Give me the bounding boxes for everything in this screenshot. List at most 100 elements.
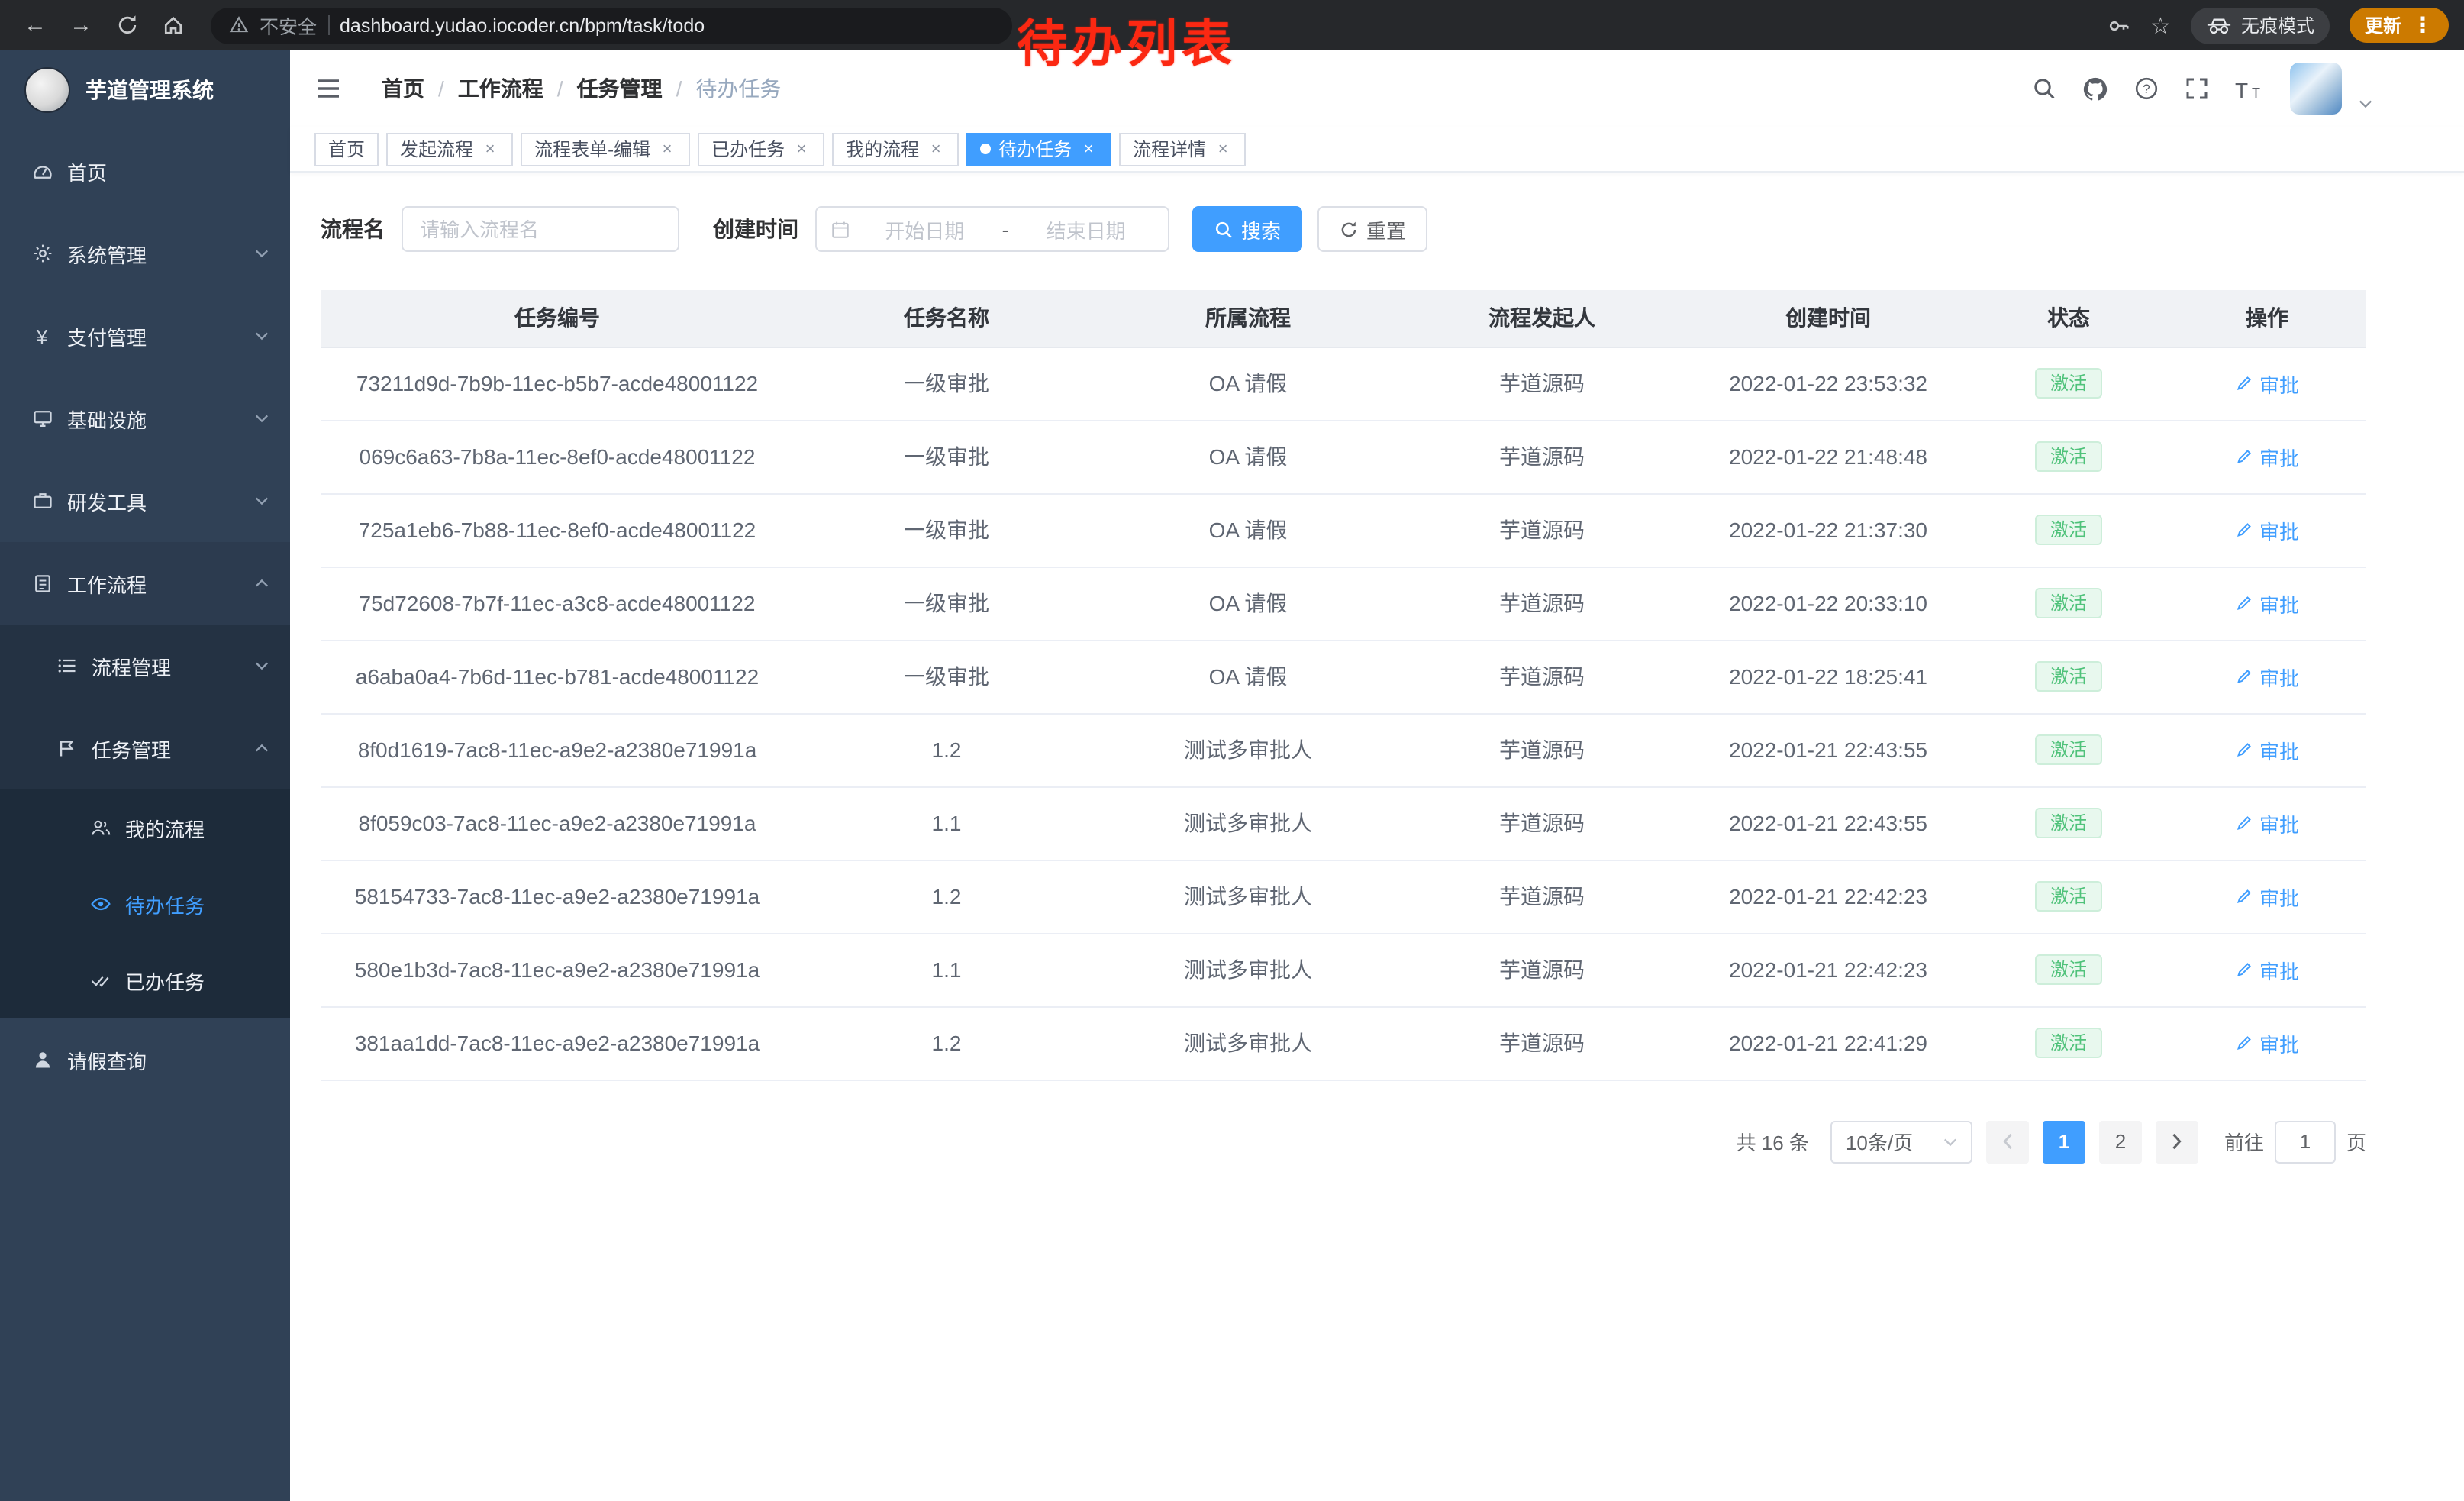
- column-header-task-id: 任务编号: [321, 290, 794, 347]
- approve-link[interactable]: 审批: [2235, 955, 2299, 984]
- breadcrumb-separator: /: [557, 76, 563, 101]
- tab-label: 已办任务: [711, 136, 785, 162]
- column-header-initiator: 流程发起人: [1397, 290, 1687, 347]
- tab-start-process[interactable]: 发起流程 ×: [386, 132, 513, 166]
- cell-initiator: 芋道源码: [1397, 786, 1687, 860]
- cell-task-id: a6aba0a4-7b6d-11ec-b781-acde48001122: [321, 640, 794, 713]
- sidebar-item-home[interactable]: 首页: [0, 130, 290, 212]
- cell-task-id: 8f0d1619-7ac8-11ec-a9e2-a2380e71991a: [321, 713, 794, 786]
- sidebar-item-label: 系统管理: [67, 239, 147, 268]
- cell-initiator: 芋道源码: [1397, 493, 1687, 567]
- sidebar-item-workflow[interactable]: 工作流程: [0, 542, 290, 625]
- chevron-down-icon[interactable]: [2359, 99, 2372, 115]
- process-name-input[interactable]: [402, 206, 679, 252]
- close-icon[interactable]: ×: [481, 140, 499, 158]
- back-icon[interactable]: ←: [15, 5, 55, 45]
- close-icon[interactable]: ×: [792, 140, 811, 158]
- page-button-1[interactable]: 1: [2043, 1120, 2085, 1163]
- app-logo[interactable]: 芋道管理系统: [0, 50, 290, 130]
- approve-link[interactable]: 审批: [2235, 735, 2299, 764]
- cell-task-name: 一级审批: [794, 640, 1099, 713]
- close-icon[interactable]: ×: [927, 140, 945, 158]
- column-header-actions: 操作: [2168, 290, 2366, 347]
- breadcrumb-item[interactable]: 工作流程: [458, 73, 543, 104]
- status-badge: 激活: [2035, 1028, 2102, 1058]
- address-divider: [327, 15, 329, 35]
- column-header-create-time: 创建时间: [1687, 290, 1969, 347]
- navbar-actions: ? TT: [2032, 63, 2372, 115]
- incognito-icon: [2206, 16, 2232, 34]
- sidebar-item-process-management[interactable]: 流程管理: [0, 625, 290, 707]
- reset-button[interactable]: 重置: [1317, 206, 1427, 252]
- forward-icon[interactable]: →: [61, 5, 101, 45]
- close-icon[interactable]: ×: [1214, 140, 1232, 158]
- tab-process-detail[interactable]: 流程详情 ×: [1119, 132, 1246, 166]
- tab-done-tasks[interactable]: 已办任务 ×: [698, 132, 824, 166]
- close-icon[interactable]: ×: [1079, 140, 1098, 158]
- search-button[interactable]: 搜索: [1192, 206, 1302, 252]
- table-row: 069c6a63-7b8a-11ec-8ef0-acde48001122 一级审…: [321, 420, 2366, 493]
- tab-my-process[interactable]: 我的流程 ×: [832, 132, 959, 166]
- total-count: 共 16 条: [1737, 1127, 1809, 1156]
- approve-link[interactable]: 审批: [2235, 442, 2299, 471]
- breadcrumb-item[interactable]: 任务管理: [577, 73, 663, 104]
- goto-page-input[interactable]: [2275, 1120, 2336, 1163]
- help-icon[interactable]: ?: [2134, 76, 2159, 101]
- sidebar-item-todo-tasks[interactable]: 待办任务: [0, 866, 290, 942]
- browser-menu-dots-icon[interactable]: ⋮: [2412, 12, 2433, 38]
- sidebar-item-dev-tools[interactable]: 研发工具: [0, 460, 290, 542]
- filter-form: 流程名 创建时间 开始日期 - 结束日期 搜索: [321, 206, 2366, 252]
- sidebar-item-system-management[interactable]: 系统管理: [0, 212, 290, 295]
- font-size-icon[interactable]: TT: [2235, 77, 2264, 100]
- page-size-select[interactable]: 10条/页: [1830, 1120, 1972, 1163]
- column-header-process: 所属流程: [1099, 290, 1397, 347]
- dashboard-icon: [31, 160, 53, 182]
- sidebar-item-task-management[interactable]: 任务管理: [0, 707, 290, 789]
- approve-link[interactable]: 审批: [2235, 1028, 2299, 1057]
- update-button[interactable]: 更新 ⋮: [2350, 8, 2449, 43]
- table-row: 8f059c03-7ac8-11ec-a9e2-a2380e71991a 1.1…: [321, 786, 2366, 860]
- address-bar[interactable]: 不安全 dashboard.yudao.iocoder.cn/bpm/task/…: [211, 7, 1012, 44]
- cell-task-id: 8f059c03-7ac8-11ec-a9e2-a2380e71991a: [321, 786, 794, 860]
- chevron-down-icon: [1943, 1137, 1957, 1146]
- main-area: 首页 / 工作流程 / 任务管理 / 待办任务 ?: [290, 50, 2464, 1501]
- page-button-2[interactable]: 2: [2099, 1120, 2142, 1163]
- cell-process: 测试多审批人: [1099, 860, 1397, 933]
- tab-process-form-edit[interactable]: 流程表单-编辑 ×: [521, 132, 690, 166]
- approve-link[interactable]: 审批: [2235, 515, 2299, 544]
- refresh-icon[interactable]: [107, 5, 147, 45]
- close-icon[interactable]: ×: [658, 140, 676, 158]
- sidebar-item-infrastructure[interactable]: 基础设施: [0, 377, 290, 460]
- tab-todo-tasks[interactable]: 待办任务 ×: [966, 132, 1111, 166]
- approve-link[interactable]: 审批: [2235, 882, 2299, 911]
- sidebar-item-payment-management[interactable]: ¥ 支付管理: [0, 295, 290, 377]
- date-range-picker[interactable]: 开始日期 - 结束日期: [815, 206, 1169, 252]
- approve-link[interactable]: 审批: [2235, 369, 2299, 398]
- sidebar-item-label: 基础设施: [67, 404, 147, 433]
- prev-page-button[interactable]: [1986, 1120, 2029, 1163]
- approve-link[interactable]: 审批: [2235, 809, 2299, 838]
- chevron-up-icon: [255, 744, 269, 753]
- cell-create-time: 2022-01-22 23:53:32: [1687, 347, 1969, 420]
- user-avatar[interactable]: [2290, 63, 2342, 115]
- home-icon[interactable]: [153, 5, 192, 45]
- goto-label: 前往: [2224, 1127, 2264, 1156]
- tab-home[interactable]: 首页: [314, 132, 379, 166]
- sidebar-item-done-tasks[interactable]: 已办任务: [0, 942, 290, 1018]
- search-icon[interactable]: [2032, 76, 2056, 101]
- breadcrumb-item[interactable]: 首页: [382, 73, 424, 104]
- approve-link[interactable]: 审批: [2235, 589, 2299, 618]
- cell-task-id: 75d72608-7b7f-11ec-a3c8-acde48001122: [321, 567, 794, 640]
- cell-process: OA 请假: [1099, 567, 1397, 640]
- approve-link[interactable]: 审批: [2235, 662, 2299, 691]
- status-badge: 激活: [2035, 515, 2102, 545]
- bookmark-star-icon[interactable]: ☆: [2150, 11, 2171, 39]
- next-page-button[interactable]: [2156, 1120, 2198, 1163]
- sidebar-item-my-process[interactable]: 我的流程: [0, 789, 290, 866]
- sidebar-item-leave-query[interactable]: 请假查询: [0, 1018, 290, 1101]
- monitor-icon: [31, 407, 53, 430]
- github-icon[interactable]: [2082, 76, 2108, 102]
- hamburger-icon[interactable]: [314, 73, 345, 104]
- fullscreen-icon[interactable]: [2185, 76, 2209, 101]
- key-icon[interactable]: [2106, 13, 2130, 37]
